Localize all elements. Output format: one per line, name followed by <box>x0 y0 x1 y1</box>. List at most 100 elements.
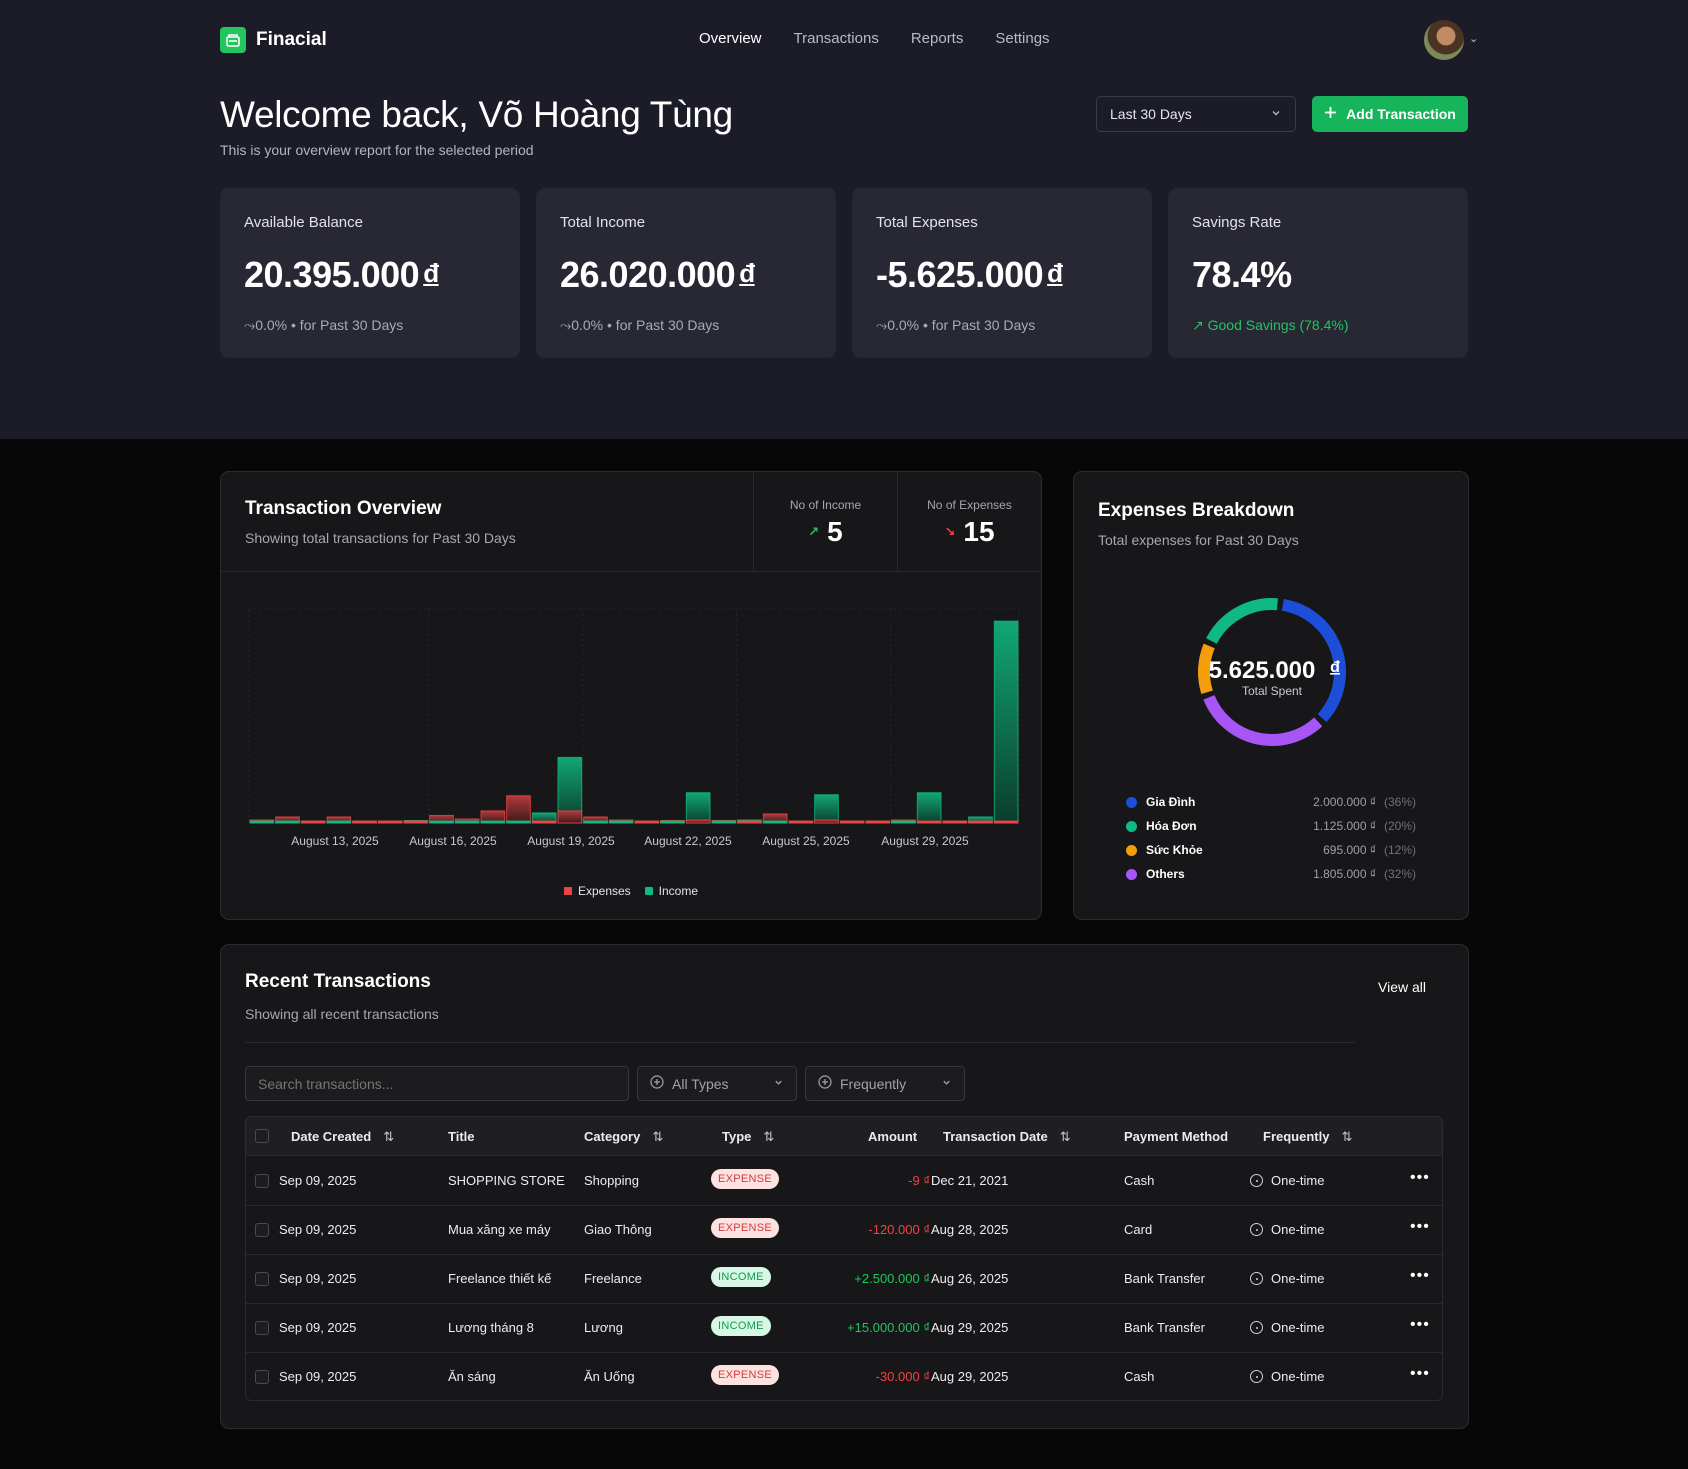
view-all-link[interactable]: View all <box>1378 979 1426 995</box>
col-title: Title <box>448 1129 475 1144</box>
row-checkbox[interactable] <box>255 1174 269 1188</box>
income-bar[interactable] <box>916 792 942 824</box>
expense-bar[interactable] <box>942 820 968 824</box>
expense-bar[interactable] <box>557 810 583 824</box>
avatar[interactable] <box>1424 20 1464 60</box>
cell-category: Shopping <box>584 1173 639 1188</box>
income-bar[interactable] <box>454 820 480 824</box>
col-date-created[interactable]: Date Created ⇅ <box>291 1129 394 1145</box>
expense-bar[interactable] <box>993 820 1019 824</box>
search-input[interactable] <box>245 1066 629 1101</box>
table-row[interactable]: Sep 09, 2025 Ăn sáng Ăn Uống EXPENSE -30… <box>246 1353 1442 1400</box>
stat-value: 20.395.000 đ <box>244 254 439 295</box>
more-icon[interactable]: ••• <box>1410 1316 1430 1334</box>
donut-slice[interactable] <box>1206 598 1278 644</box>
expense-count-box: No of Expenses ↘ 15 <box>897 472 1041 572</box>
more-icon[interactable]: ••• <box>1410 1218 1430 1236</box>
income-bar[interactable] <box>891 820 916 824</box>
income-bar[interactable] <box>480 820 506 824</box>
frequency-filter[interactable]: Frequently <box>805 1066 965 1101</box>
sort-icon: ⇅ <box>1059 1129 1071 1144</box>
transactions-table: Date Created ⇅ Title Category ⇅ Type ⇅ Amou… <box>245 1116 1443 1401</box>
cell-date: Sep 09, 2025 <box>279 1222 357 1237</box>
table-row[interactable]: Sep 09, 2025 Mua xăng xe máy Giao Thông … <box>246 1206 1442 1255</box>
income-bar[interactable] <box>660 820 685 824</box>
expense-bar[interactable] <box>685 819 711 824</box>
period-select[interactable]: Last 30 Days <box>1096 96 1296 132</box>
type-filter[interactable]: All Types <box>637 1066 797 1101</box>
expense-bar[interactable] <box>506 795 531 824</box>
chevron-down-icon <box>773 1077 784 1091</box>
expense-bar[interactable] <box>352 820 377 824</box>
income-bar[interactable] <box>429 820 454 824</box>
donut-slice[interactable] <box>1203 694 1323 746</box>
income-bar[interactable] <box>506 820 531 824</box>
nav-transactions[interactable]: Transactions <box>794 30 879 47</box>
row-checkbox[interactable] <box>255 1272 269 1286</box>
col-transaction-date[interactable]: Transaction Date ⇅ <box>943 1129 1071 1145</box>
add-transaction-button[interactable]: Add Transaction <box>1312 96 1468 132</box>
income-bar[interactable] <box>249 820 275 824</box>
chevron-down-icon[interactable]: ⌄ <box>1469 32 1478 45</box>
expense-bar[interactable] <box>531 820 557 824</box>
select-all-checkbox[interactable] <box>255 1129 269 1143</box>
income-bar[interactable] <box>762 820 788 824</box>
income-bar[interactable] <box>608 820 634 824</box>
cell-transaction-date: Aug 28, 2025 <box>931 1222 1009 1237</box>
col-frequently[interactable]: Frequently ⇅ <box>1263 1129 1352 1145</box>
recent-title: Recent Transactions <box>245 971 431 992</box>
legend-income[interactable]: Income <box>644 884 698 898</box>
table-row[interactable]: Sep 09, 2025 SHOPPING STORE Shopping EXP… <box>246 1157 1442 1206</box>
table-row[interactable]: Sep 09, 2025 Lương tháng 8 Lương INCOME … <box>246 1304 1442 1353</box>
expense-bar[interactable] <box>814 819 839 824</box>
nav-overview[interactable]: Overview <box>699 30 762 47</box>
cell-frequency: One-time <box>1250 1271 1324 1286</box>
more-icon[interactable]: ••• <box>1410 1169 1430 1187</box>
cell-category: Ăn Uống <box>584 1369 635 1384</box>
expense-bar[interactable] <box>300 820 326 824</box>
cell-amount: -9 ₫ <box>908 1173 930 1188</box>
breakdown-item-suc-khoe[interactable]: Sức Khỏe 695.000 ₫ (12%) <box>1126 838 1416 862</box>
nav-settings[interactable]: Settings <box>995 30 1049 47</box>
expense-bar[interactable] <box>737 820 762 824</box>
cell-payment-method: Cash <box>1124 1173 1155 1188</box>
expense-bar[interactable] <box>839 820 865 824</box>
expense-bar[interactable] <box>968 820 993 824</box>
cell-amount: -30.000 ₫ <box>875 1369 930 1384</box>
income-bar[interactable] <box>326 820 352 824</box>
stat-label: Available Balance <box>244 214 363 231</box>
more-icon[interactable]: ••• <box>1410 1267 1430 1285</box>
expense-bar[interactable] <box>916 820 942 824</box>
more-icon[interactable]: ••• <box>1410 1365 1430 1383</box>
income-bar[interactable] <box>275 820 300 824</box>
expense-bar[interactable] <box>377 820 403 824</box>
row-checkbox[interactable] <box>255 1223 269 1237</box>
income-bar[interactable] <box>583 820 608 824</box>
breakdown-item-hoa-don[interactable]: Hóa Đơn 1.125.000 ₫ (20%) <box>1126 814 1416 838</box>
col-payment-method: Payment Method <box>1124 1129 1229 1144</box>
expense-bar[interactable] <box>788 820 814 824</box>
cell-title: Freelance thiết kế <box>448 1271 552 1286</box>
expense-bar[interactable] <box>865 820 891 824</box>
income-bar[interactable] <box>814 794 839 824</box>
col-category[interactable]: Category ⇅ <box>584 1129 663 1145</box>
income-bar[interactable] <box>711 820 737 824</box>
breakdown-item-others[interactable]: Others 1.805.000 ₫ (32%) <box>1126 862 1416 886</box>
breakdown-item-gia-dinh[interactable]: Gia Đình 2.000.000 ₫ (36%) <box>1126 790 1416 814</box>
nav-reports[interactable]: Reports <box>911 30 964 47</box>
income-bar[interactable] <box>685 792 711 824</box>
chevron-down-icon <box>941 1077 952 1091</box>
table-row[interactable]: Sep 09, 2025 Freelance thiết kế Freelanc… <box>246 1255 1442 1304</box>
cell-payment-method: Bank Transfer <box>1124 1271 1205 1286</box>
x-tick-label: August 25, 2025 <box>762 834 850 848</box>
type-badge: EXPENSE <box>711 1365 780 1385</box>
expense-bar[interactable] <box>403 820 429 824</box>
brand-logo[interactable]: Finacial <box>220 27 327 53</box>
income-bar[interactable] <box>993 620 1019 824</box>
legend-expenses[interactable]: Expenses <box>563 884 631 898</box>
row-checkbox[interactable] <box>255 1321 269 1335</box>
cell-title: Lương tháng 8 <box>448 1320 534 1335</box>
row-checkbox[interactable] <box>255 1370 269 1384</box>
expense-bar[interactable] <box>634 820 660 824</box>
col-type[interactable]: Type ⇅ <box>722 1129 774 1145</box>
